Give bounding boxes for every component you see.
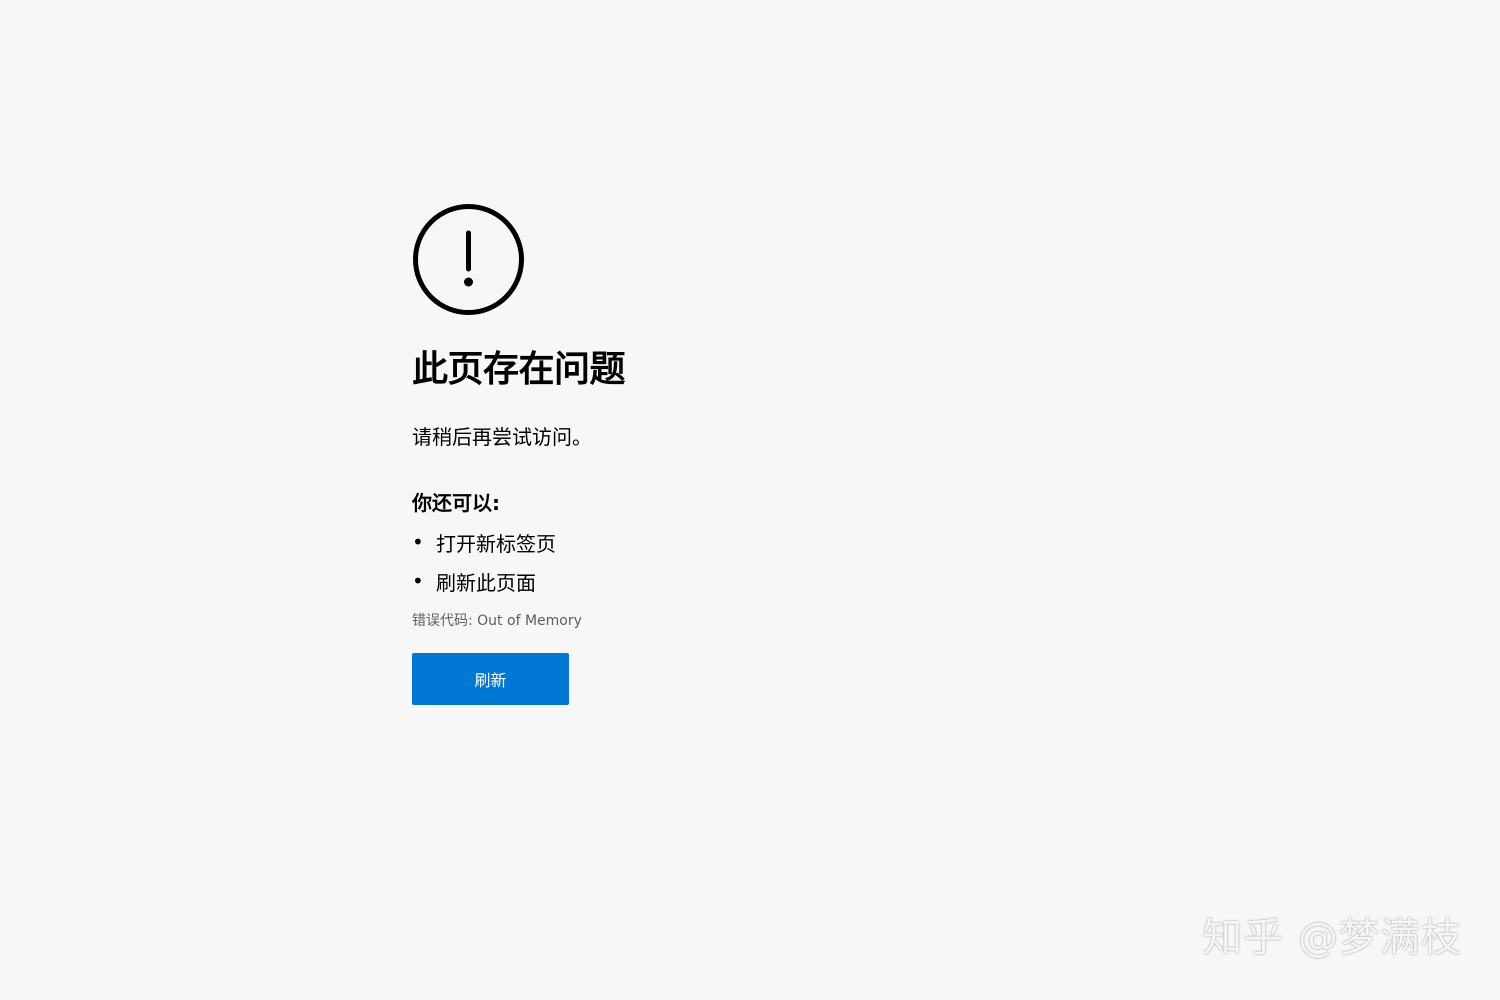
error-content: 此页存在问题 请稍后再尝试访问。 你还可以: • 打开新标签页 • 刷新此页面 …: [412, 203, 1012, 705]
suggestion-open-new-tab[interactable]: • 打开新标签页: [412, 530, 1012, 558]
refresh-button[interactable]: 刷新: [412, 653, 569, 705]
watermark: 知乎 @梦满枝: [1202, 915, 1462, 961]
exclamation-circle-icon: [413, 204, 524, 315]
suggestions-list: • 打开新标签页 • 刷新此页面: [412, 530, 1012, 597]
suggestion-refresh-page[interactable]: • 刷新此页面: [412, 569, 1012, 597]
error-code: 错误代码: Out of Memory: [412, 613, 582, 629]
bullet-icon: •: [412, 569, 424, 593]
suggestions-heading: 你还可以:: [412, 491, 500, 515]
suggestion-label: 刷新此页面: [436, 571, 536, 595]
suggestion-label: 打开新标签页: [436, 532, 556, 556]
error-page: 此页存在问题 请稍后再尝试访问。 你还可以: • 打开新标签页 • 刷新此页面 …: [0, 0, 1500, 1000]
bullet-icon: •: [412, 530, 424, 554]
page-title: 此页存在问题: [412, 349, 626, 390]
error-subtitle: 请稍后再尝试访问。: [412, 425, 592, 449]
